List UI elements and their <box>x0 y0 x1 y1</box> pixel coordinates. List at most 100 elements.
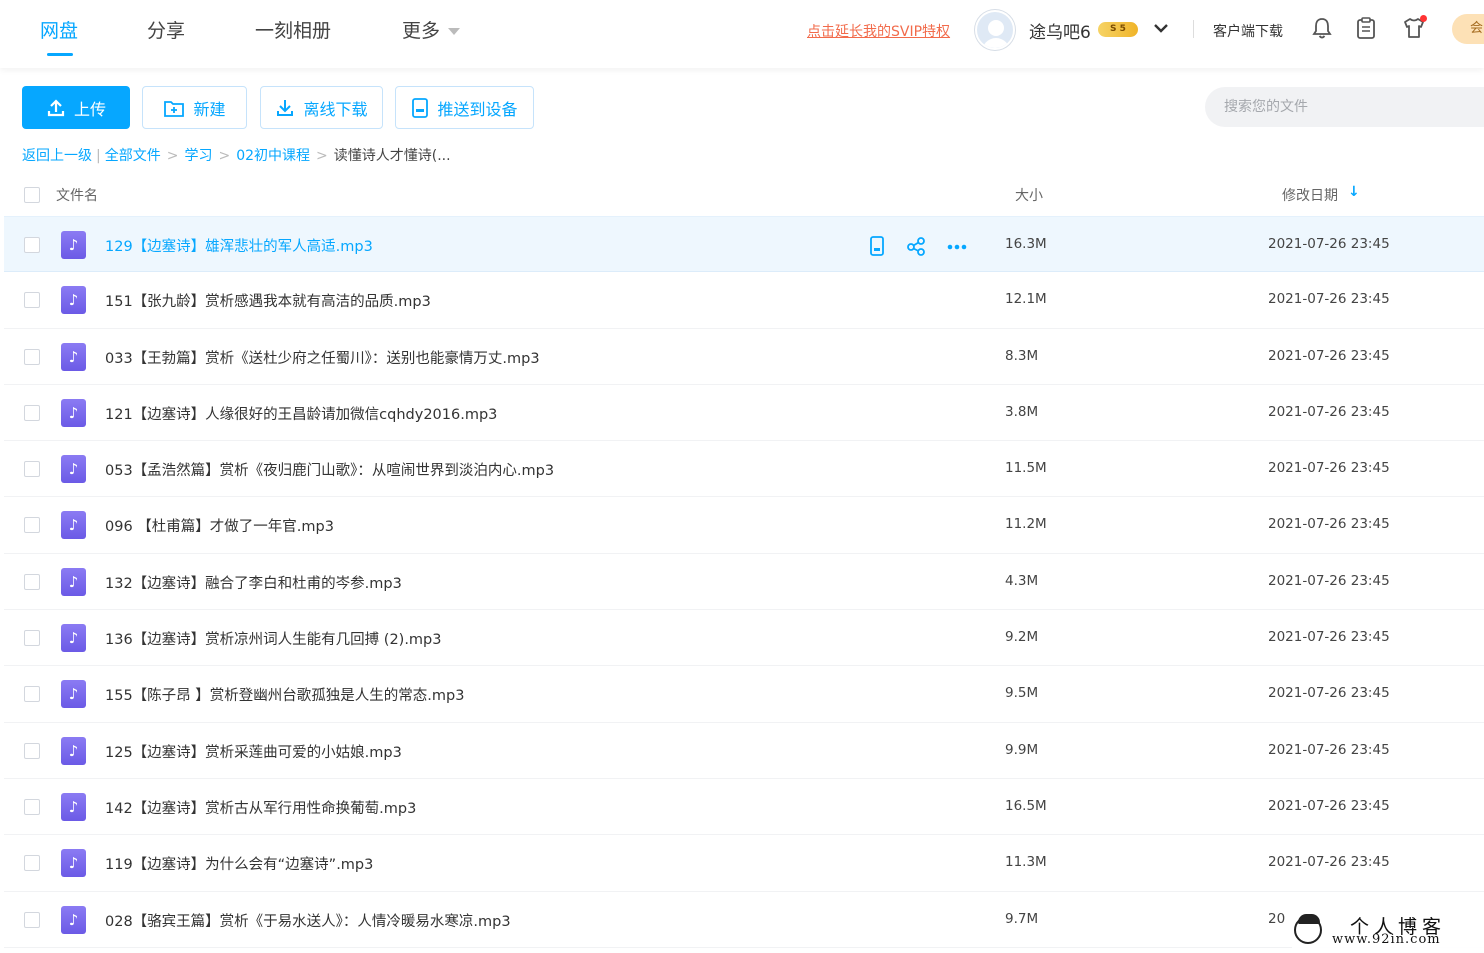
audio-file-icon: ♪ <box>61 511 86 540</box>
file-row[interactable]: ♪ 155【陈子昂 】赏析登幽州台歌孤独是人生的常态.mp3 9.5M 2021… <box>4 666 1484 723</box>
file-name[interactable]: 151【张九龄】赏析感遇我本就有高洁的品质.mp3 <box>105 290 431 311</box>
file-row[interactable]: ♪ 132【边塞诗】融合了李白和杜甫的岑参.mp3 4.3M 2021-07-2… <box>4 554 1484 611</box>
offline-download-label: 离线下载 <box>303 99 368 119</box>
file-name[interactable]: 121【边塞诗】人缘很好的王昌龄请加微信cqhdy2016.mp3 <box>105 403 497 424</box>
file-name[interactable]: 129【边塞诗】雄浑悲壮的军人高适.mp3 <box>105 235 373 256</box>
file-row[interactable]: ♪ 129【边塞诗】雄浑悲壮的军人高适.mp3 16.3M 2021-07-26… <box>4 216 1484 273</box>
breadcrumb-all-files[interactable]: 全部文件 <box>105 148 161 164</box>
breadcrumb-chevron-icon: > <box>166 148 179 164</box>
file-row[interactable]: ♪ 125【边塞诗】赏析采莲曲可爱的小姑娘.mp3 9.9M 2021-07-2… <box>4 723 1484 779</box>
top-bar: 网盘 分享 一刻相册 更多 点击延长我的SVIP特权 途乌吧6 S 5 客户端下… <box>0 0 1484 68</box>
svip-renew-link[interactable]: 点击延长我的SVIP特权 <box>807 21 950 41</box>
file-name[interactable]: 155【陈子昂 】赏析登幽州台歌孤独是人生的常态.mp3 <box>105 684 464 705</box>
audio-file-icon: ♪ <box>61 680 86 709</box>
column-modified-date[interactable]: 修改日期 <box>1282 185 1338 205</box>
file-size: 9.9M <box>1005 741 1039 758</box>
file-size: 9.7M <box>1005 910 1039 927</box>
client-download-link[interactable]: 客户端下载 <box>1213 21 1283 41</box>
file-name[interactable]: 142【边塞诗】赏析古从军行用性命换葡萄.mp3 <box>105 797 416 818</box>
breadcrumb-chevron-icon: > <box>218 148 231 164</box>
username[interactable]: 途乌吧6 <box>1029 18 1091 43</box>
breadcrumb-current: 读懂诗人才懂诗(... <box>333 148 451 164</box>
row-checkbox[interactable] <box>24 911 40 928</box>
nav-tab-more[interactable]: 更多 <box>402 16 461 43</box>
divider <box>1193 20 1194 38</box>
file-row[interactable]: ♪ 096 【杜甫篇】才做了一年官.mp3 11.2M 2021-07-26 2… <box>4 497 1484 554</box>
user-menu-chevron-icon[interactable] <box>1153 17 1169 43</box>
file-name[interactable]: 033【王勃篇】赏析《送杜少府之任蜀川》：送别也能豪情万丈.mp3 <box>105 347 540 368</box>
nav-tab-netdisk[interactable]: 网盘 <box>40 16 78 43</box>
file-name[interactable]: 136【边塞诗】赏析凉州词人生能有几回搏 (2).mp3 <box>105 628 442 649</box>
row-checkbox[interactable] <box>24 855 40 872</box>
push-to-device-button[interactable]: 推送到设备 <box>395 86 534 129</box>
upload-label: 上传 <box>73 99 106 119</box>
file-modified-date: 2021-07-26 23:45 <box>1268 403 1390 420</box>
chevron-down-icon <box>448 28 461 35</box>
select-all-checkbox[interactable] <box>24 187 40 203</box>
file-size: 11.2M <box>1005 516 1047 533</box>
audio-file-icon: ♪ <box>61 624 86 653</box>
file-row[interactable]: ♪ 121【边塞诗】人缘很好的王昌龄请加微信cqhdy2016.mp3 3.8M… <box>4 385 1484 442</box>
breadcrumb-chevron-icon: > <box>316 148 328 164</box>
row-checkbox[interactable] <box>24 686 40 703</box>
avatar[interactable] <box>975 10 1015 50</box>
sort-desc-arrow-icon[interactable]: ↓ <box>1348 184 1360 200</box>
file-row[interactable]: ♪ 053【孟浩然篇】赏析《夜归鹿门山歌》：从喧闹世界到淡泊内心.mp3 11.… <box>4 441 1484 498</box>
file-row[interactable]: ♪ 033【王勃篇】赏析《送杜少府之任蜀川》：送别也能豪情万丈.mp3 8.3M… <box>4 329 1484 385</box>
breadcrumb-divider: | <box>96 148 101 164</box>
row-checkbox[interactable] <box>24 237 40 253</box>
row-checkbox[interactable] <box>24 517 40 534</box>
row-checkbox[interactable] <box>24 348 40 365</box>
offline-download-button[interactable]: 离线下载 <box>260 86 383 129</box>
clipboard-icon[interactable] <box>1356 16 1376 44</box>
file-size: 11.3M <box>1005 854 1047 871</box>
row-checkbox[interactable] <box>24 798 40 815</box>
file-modified-date: 2021-07-26 23:45 <box>1268 685 1390 702</box>
row-checkbox[interactable] <box>24 461 40 478</box>
row-checkbox[interactable] <box>24 742 40 759</box>
watermark: 个人博客 www.92in.com <box>1292 908 1484 953</box>
member-center-button[interactable]: 会 <box>1452 14 1484 44</box>
new-folder-button[interactable]: 新建 <box>142 86 247 129</box>
file-row[interactable]: ♪ 142【边塞诗】赏析古从军行用性命换葡萄.mp3 16.5M 2021-07… <box>4 779 1484 836</box>
file-name[interactable]: 132【边塞诗】融合了李白和杜甫的岑参.mp3 <box>105 572 402 593</box>
file-size: 9.2M <box>1005 629 1039 646</box>
breadcrumb: 返回上一级 | 全部文件 > 学习 >02初中课程 > 读懂诗人才懂诗(... <box>22 145 451 165</box>
breadcrumb-back[interactable]: 返回上一级 <box>22 148 92 164</box>
file-modified-date: 2021-07-26 23:45 <box>1268 797 1390 814</box>
row-actions <box>868 236 968 260</box>
row-checkbox[interactable] <box>24 573 40 590</box>
column-size[interactable]: 大小 <box>1015 185 1043 205</box>
row-checkbox[interactable] <box>24 630 40 647</box>
file-name[interactable]: 096 【杜甫篇】才做了一年官.mp3 <box>105 515 334 536</box>
audio-file-icon: ♪ <box>61 905 86 934</box>
file-row[interactable]: ♪ 151【张九龄】赏析感遇我本就有高洁的品质.mp3 12.1M 2021-0… <box>4 272 1484 329</box>
push-device-icon[interactable] <box>868 236 886 260</box>
search-input[interactable] <box>1205 87 1484 127</box>
breadcrumb-junior-course[interactable]: 02初中课程 <box>236 148 310 164</box>
audio-file-icon: ♪ <box>61 792 86 821</box>
watermark-avatar-icon <box>1294 914 1322 944</box>
bell-icon[interactable] <box>1311 16 1333 44</box>
file-modified-date: 2021-07-26 23:45 <box>1268 741 1390 758</box>
audio-file-icon: ♪ <box>61 567 86 596</box>
file-name[interactable]: 119【边塞诗】为什么会有“边塞诗”.mp3 <box>105 853 373 874</box>
breadcrumb-study[interactable]: 学习 <box>184 148 212 164</box>
upload-button[interactable]: 上传 <box>22 86 130 129</box>
more-options-icon[interactable] <box>946 236 968 260</box>
upload-icon <box>47 98 65 116</box>
nav-tab-album[interactable]: 一刻相册 <box>255 16 331 43</box>
file-row[interactable]: ♪ 119【边塞诗】为什么会有“边塞诗”.mp3 11.3M 2021-07-2… <box>4 835 1484 892</box>
file-row[interactable]: ♪ 028【骆宾王篇】赏析《于易水送人》：人情冷暖易水寒凉.mp3 9.7M 2… <box>4 892 1484 948</box>
column-filename[interactable]: 文件名 <box>56 185 98 205</box>
nav-tab-share[interactable]: 分享 <box>147 16 185 43</box>
file-name[interactable]: 125【边塞诗】赏析采莲曲可爱的小姑娘.mp3 <box>105 741 402 762</box>
row-checkbox[interactable] <box>24 404 40 421</box>
row-checkbox[interactable] <box>24 292 40 309</box>
file-name[interactable]: 028【骆宾王篇】赏析《于易水送人》：人情冷暖易水寒凉.mp3 <box>105 910 511 931</box>
file-row[interactable]: ♪ 136【边塞诗】赏析凉州词人生能有几回搏 (2).mp3 9.2M 2021… <box>4 610 1484 667</box>
push-to-device-label: 推送到设备 <box>437 99 518 119</box>
file-name[interactable]: 053【孟浩然篇】赏析《夜归鹿门山歌》：从喧闹世界到淡泊内心.mp3 <box>105 459 554 480</box>
share-icon[interactable] <box>906 236 926 260</box>
audio-file-icon: ♪ <box>61 342 86 371</box>
